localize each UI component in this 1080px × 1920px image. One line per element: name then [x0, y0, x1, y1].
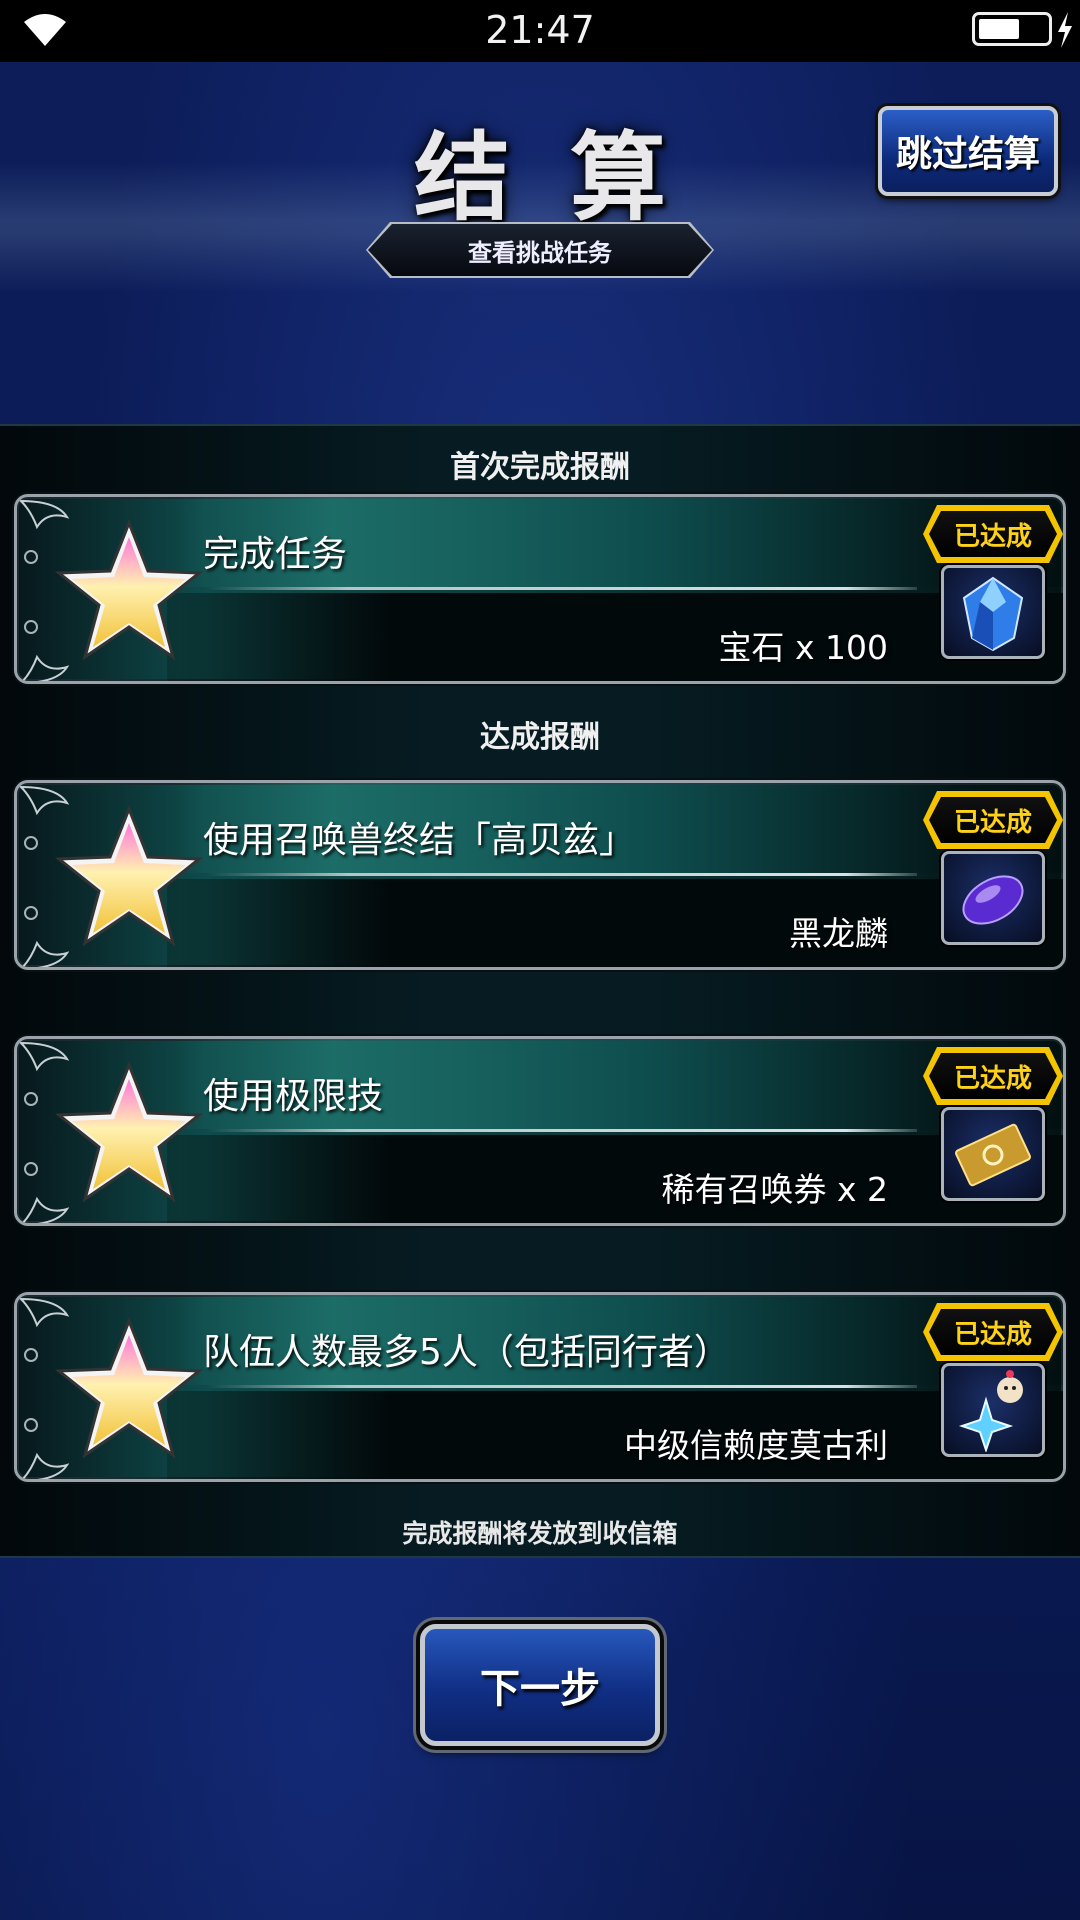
next-button[interactable]: 下一步 — [420, 1624, 660, 1746]
mission-title: 使用召唤兽终结「高贝兹」 — [203, 820, 636, 861]
dragon-scale-icon — [962, 875, 1024, 925]
achieved-badge: 已达成 — [923, 1047, 1063, 1105]
battery-icon — [972, 12, 1052, 46]
mission-title: 使用极限技 — [203, 1076, 384, 1117]
status-bar: 21:47 — [0, 0, 1080, 62]
mission-title: 队伍人数最多5人（包括同行者） — [203, 1332, 730, 1373]
achieved-badge: 已达成 — [923, 791, 1063, 849]
mission-card-3: 使用极限技 稀有召唤券 x 2 已达成 — [14, 1036, 1066, 1226]
summon-ticket-icon — [955, 1123, 1031, 1187]
view-challenge-missions-button[interactable]: 查看挑战任务 — [368, 224, 712, 276]
charging-icon — [1058, 12, 1072, 48]
reward-label: 黑龙麟 — [789, 914, 888, 953]
achieved-text: 已达成 — [953, 1063, 1032, 1094]
mission-title: 完成任务 — [203, 534, 348, 575]
mission-card-1: 完成任务 宝石 x 100 已达成 — [14, 494, 1066, 684]
achievement-label: 达成报酬 — [480, 720, 600, 755]
reward-item[interactable] — [941, 1107, 1045, 1201]
achieved-badge: 已达成 — [923, 505, 1063, 563]
achieved-text: 已达成 — [953, 521, 1032, 552]
reward-label: 中级信赖度莫古利 — [624, 1426, 888, 1465]
reward-item[interactable] — [941, 1363, 1045, 1457]
achieved-badge: 已达成 — [923, 1303, 1063, 1361]
footer-note: 完成报酬将发放到收信箱 — [402, 1519, 678, 1548]
reward-item[interactable] — [941, 565, 1045, 659]
mission-card-4: 队伍人数最多5人（包括同行者） 中级信赖度莫古利 已达成 — [14, 1292, 1066, 1482]
clock: 21:47 — [485, 8, 595, 52]
moogle-icon — [958, 1370, 1023, 1452]
reward-label: 宝石 x 100 — [718, 628, 889, 667]
achieved-text: 已达成 — [953, 807, 1032, 838]
star-icon — [55, 805, 203, 947]
reward-item[interactable] — [941, 851, 1045, 945]
star-icon — [55, 1317, 203, 1459]
star-icon — [55, 519, 203, 661]
achieved-text: 已达成 — [953, 1319, 1032, 1350]
first-clear-label: 首次完成报酬 — [450, 450, 630, 485]
reward-label: 稀有召唤券 x 2 — [661, 1170, 888, 1209]
skip-settlement-button[interactable]: 跳过结算 — [878, 106, 1058, 196]
mission-card-2: 使用召唤兽终结「高贝兹」 黑龙麟 已达成 — [14, 780, 1066, 970]
gem-icon — [962, 576, 1024, 652]
star-icon — [55, 1061, 203, 1203]
